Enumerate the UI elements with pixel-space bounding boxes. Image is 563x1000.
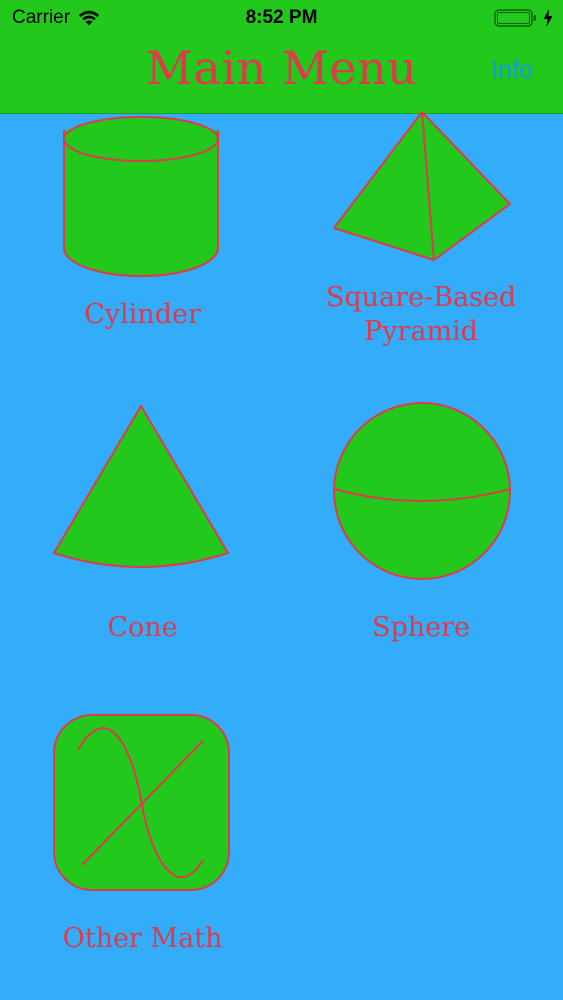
menu-item-label-line1: Square-Based [325,282,517,313]
menu-item-label: Cone [107,612,178,643]
pyramid-icon [333,111,511,261]
menu-item-sphere[interactable]: Sphere [318,395,528,655]
menu-item-cone[interactable]: Cone [40,395,245,655]
bolt-icon [543,9,553,27]
sphere-icon [333,402,511,580]
menu-item-other-math[interactable]: Other Math [40,705,245,965]
other-math-icon [53,714,230,891]
menu-item-cylinder[interactable]: Cylinder [40,114,245,344]
battery-indicator [494,8,553,28]
info-button[interactable]: Info [491,56,533,85]
page-title: Main Menu [145,41,418,95]
status-bar: Carrier 8:52 PM [0,0,563,38]
menu-item-label-line2: Pyramid [364,316,478,347]
menu-item-label: Other Math [62,923,223,954]
menu-item-square-based-pyramid[interactable]: Square-Based Pyramid [318,100,528,355]
cylinder-icon [62,116,220,277]
battery-icon [494,9,536,27]
menu-item-label: Cylinder [84,299,201,330]
menu-item-label: Sphere [371,612,471,643]
navigation-bar: Carrier 8:52 PM Main Menu Info [0,0,563,114]
cone-icon [53,405,229,568]
status-time: 8:52 PM [245,7,318,28]
